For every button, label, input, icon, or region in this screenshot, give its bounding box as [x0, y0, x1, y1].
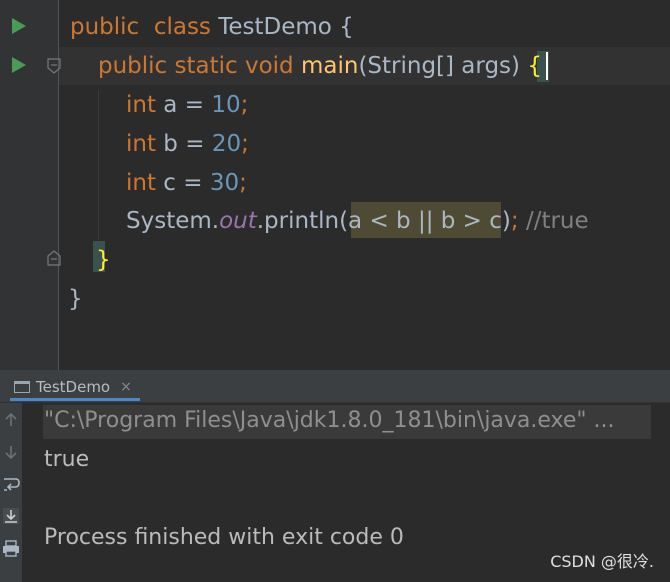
semicolon-token: ; — [239, 170, 247, 196]
up-arrow-icon[interactable] — [2, 411, 20, 429]
assign-token: b = — [156, 131, 212, 157]
code-line-4: int b = 20; — [126, 125, 249, 163]
console-exit-line: Process finished with exit code 0 — [44, 525, 404, 550]
fold-marker-icon[interactable] — [47, 250, 61, 266]
text-cursor — [546, 52, 548, 80]
soft-wrap-icon[interactable] — [2, 475, 20, 493]
number-token: 10 — [211, 92, 241, 118]
code-line-3: int a = 10; — [126, 86, 248, 124]
code-line-8: } — [68, 280, 83, 318]
expression-token: a < b || b > c — [348, 208, 502, 234]
class-ref-token: System. — [126, 208, 220, 234]
comment-token: //true — [525, 208, 589, 234]
code-line-6: System.out.println(a < b || b > c); //tr… — [126, 202, 589, 240]
paren-token: ) — [501, 208, 511, 234]
semicolon-token: ; — [241, 131, 249, 157]
scroll-to-end-icon[interactable] — [2, 507, 20, 525]
type-token: int — [126, 170, 156, 196]
method-name-token: main — [300, 53, 359, 79]
active-tab-indicator — [10, 398, 140, 401]
console-command-line: "C:\Program Files\Java\jdk1.8.0_181\bin\… — [44, 408, 615, 433]
number-token: 30 — [209, 170, 240, 196]
run-toolbar — [0, 403, 22, 582]
semicolon-token: ; — [510, 208, 526, 234]
assign-token: c = — [156, 170, 210, 196]
close-icon[interactable]: × — [120, 379, 132, 395]
type-token: int — [126, 92, 156, 118]
run-arrow-icon[interactable] — [12, 18, 26, 34]
keyword-token: public static void — [98, 53, 301, 79]
type-token: int — [126, 131, 156, 157]
tab-label: TestDemo — [36, 378, 111, 396]
code-line-5: int c = 30; — [126, 164, 247, 202]
console-output-line: true — [44, 447, 90, 472]
open-brace-token: { — [527, 53, 542, 79]
fold-marker-icon[interactable] — [47, 58, 61, 74]
down-arrow-icon[interactable] — [2, 443, 20, 461]
keyword-token: public class — [70, 14, 219, 40]
code-editor[interactable]: public class TestDemo { public static vo… — [0, 0, 670, 370]
semicolon-token: ; — [240, 92, 249, 118]
static-field-token: out — [219, 208, 257, 234]
code-line-2: public static void main(String[] args) { — [98, 47, 542, 85]
print-icon[interactable] — [2, 539, 20, 557]
run-tab-bar: TestDemo × — [0, 370, 670, 403]
assign-token: a = — [156, 92, 212, 118]
console-icon — [14, 381, 30, 393]
number-token: 20 — [211, 131, 242, 157]
run-tool-window: TestDemo × "C:\Program Files\Java\jdk1.8… — [0, 370, 670, 582]
run-arrow-icon[interactable] — [12, 57, 26, 73]
class-name-token: TestDemo { — [218, 14, 354, 40]
close-brace-token: } — [96, 247, 111, 273]
params-token: (String[] args) — [358, 53, 528, 79]
indent-guide — [98, 90, 99, 240]
code-line-7: } — [96, 241, 111, 279]
code-line-1: public class TestDemo { — [70, 8, 354, 46]
method-call-token: .println( — [256, 208, 349, 234]
editor-gutter — [0, 0, 58, 370]
tab-testdemo[interactable]: TestDemo × — [14, 374, 132, 400]
close-brace-token: } — [68, 286, 83, 312]
watermark: CSDN @很冷. — [550, 552, 654, 571]
